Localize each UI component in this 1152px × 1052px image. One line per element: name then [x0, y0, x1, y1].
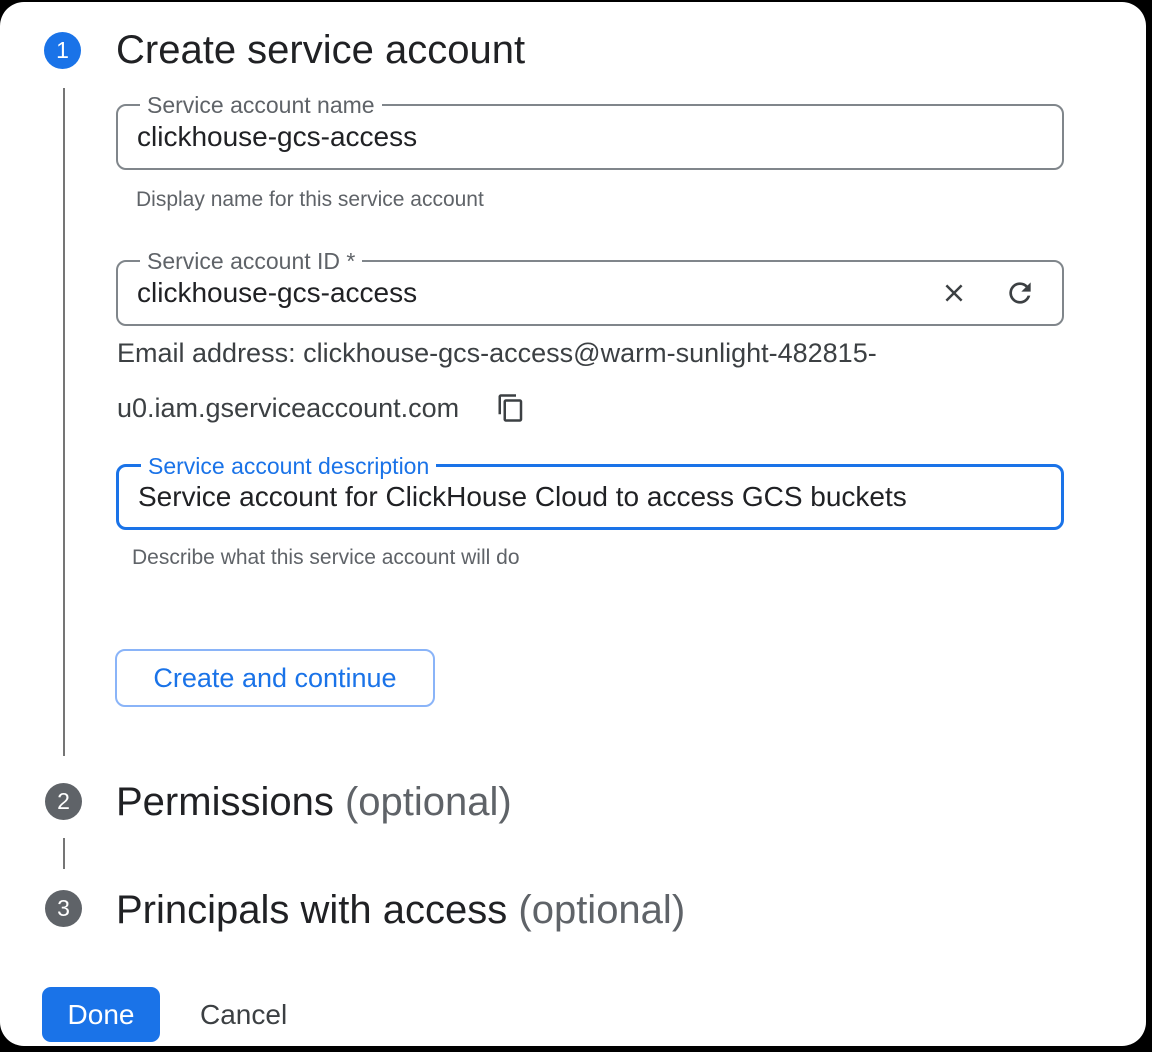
service-account-id-value: clickhouse-gcs-access [118, 277, 417, 309]
email-address-line-1: Email address: clickhouse-gcs-access@war… [117, 338, 877, 369]
step-2-title-text: Permissions [116, 780, 334, 824]
step-1-title: Create service account [116, 26, 525, 74]
create-and-continue-button[interactable]: Create and continue [115, 649, 435, 707]
step-3-optional-label: (optional) [518, 888, 685, 932]
step-connector-line-1 [63, 88, 65, 756]
refresh-icon[interactable] [1004, 277, 1036, 309]
step-2-optional-label: (optional) [345, 780, 512, 824]
service-account-id-field[interactable]: Service account ID * clickhouse-gcs-acce… [116, 260, 1064, 326]
service-account-id-label: Service account ID * [140, 248, 362, 274]
service-account-name-field[interactable]: Service account name clickhouse-gcs-acce… [116, 104, 1064, 170]
description-helper-text: Describe what this service account will … [132, 546, 520, 570]
step-1-number: 1 [56, 37, 69, 64]
step-2-title[interactable]: Permissions (optional) [116, 778, 512, 826]
service-account-name-value: clickhouse-gcs-access [118, 121, 417, 153]
step-3-number: 3 [57, 895, 70, 922]
clear-icon[interactable] [938, 277, 970, 309]
done-button[interactable]: Done [42, 987, 160, 1042]
step-3-badge: 3 [45, 890, 82, 927]
step-1-badge: 1 [44, 32, 81, 69]
service-account-description-field[interactable]: Service account description Service acco… [116, 464, 1064, 530]
email-address-row: u0.iam.gserviceaccount.com [117, 392, 527, 424]
step-2-badge: 2 [45, 783, 82, 820]
name-helper-text: Display name for this service account [136, 188, 484, 212]
step-2-number: 2 [57, 788, 70, 815]
step-3-title-text: Principals with access [116, 888, 507, 932]
step-3-title[interactable]: Principals with access (optional) [116, 886, 685, 934]
cancel-button[interactable]: Cancel [178, 987, 309, 1042]
create-service-account-panel: 1 Create service account Service account… [0, 2, 1146, 1046]
copy-icon[interactable] [495, 392, 527, 424]
service-account-description-value: Service account for ClickHouse Cloud to … [119, 481, 907, 513]
service-account-name-label: Service account name [140, 92, 382, 118]
id-field-actions [938, 277, 1062, 309]
step-connector-line-2 [63, 838, 65, 869]
service-account-description-label: Service account description [141, 453, 436, 479]
email-address-line-2: u0.iam.gserviceaccount.com [117, 393, 459, 424]
